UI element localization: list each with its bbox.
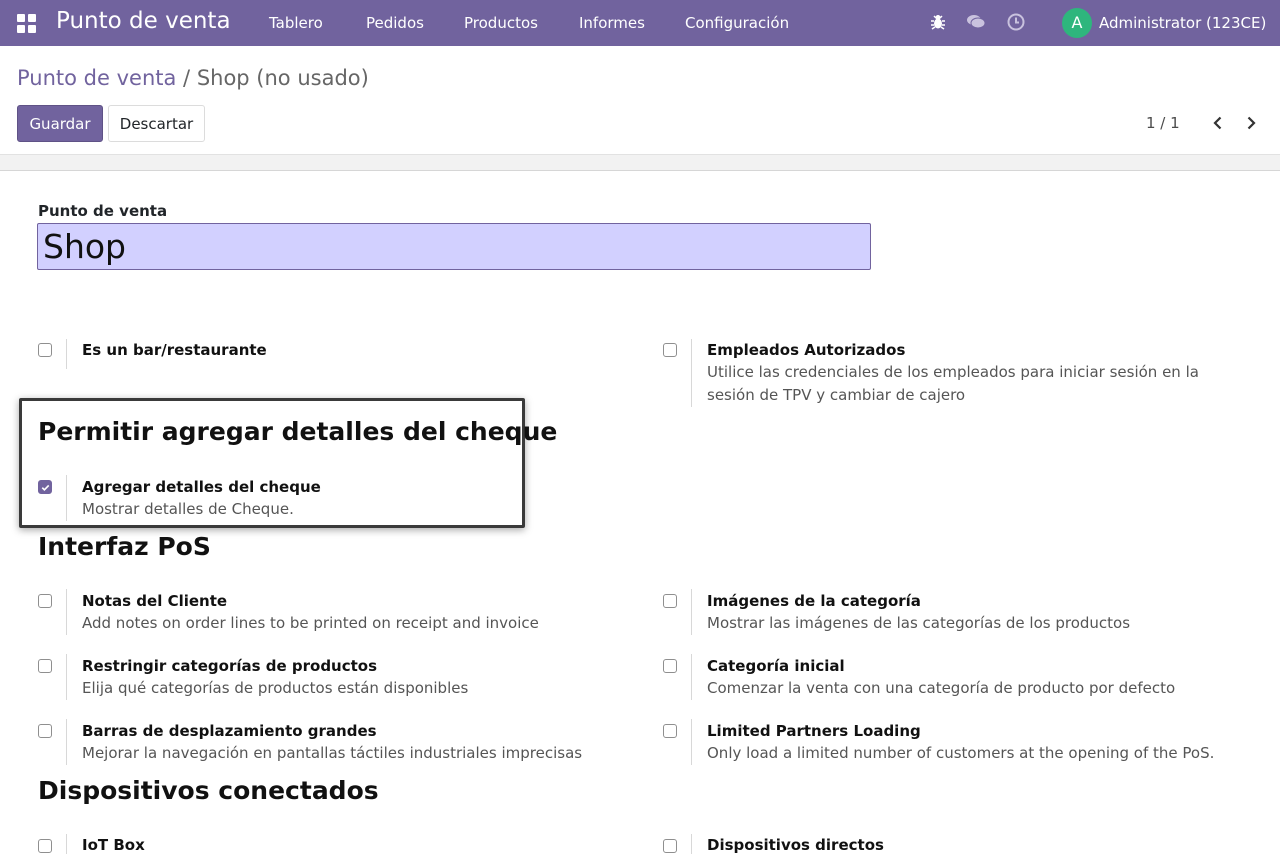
option-divider bbox=[691, 719, 692, 765]
option-title-iot-box: IoT Box bbox=[82, 836, 145, 854]
option-divider bbox=[66, 654, 67, 700]
menu-pedidos[interactable]: Pedidos bbox=[366, 14, 424, 32]
name-field-label: Punto de venta bbox=[38, 202, 168, 220]
section-title-pos-interface: Interfaz PoS bbox=[38, 532, 211, 561]
option-desc-limited-partners: Only load a limited number of customers … bbox=[707, 744, 1215, 762]
menu-informes[interactable]: Informes bbox=[579, 14, 645, 32]
checkbox-limited-partners[interactable] bbox=[663, 724, 677, 738]
pager-value[interactable]: 1 / 1 bbox=[1146, 114, 1180, 132]
checkbox-large-scrollbars[interactable] bbox=[38, 724, 52, 738]
checkmark-icon bbox=[41, 484, 50, 491]
menu-productos[interactable]: Productos bbox=[464, 14, 538, 32]
option-title-customer-notes: Notas del Cliente bbox=[82, 592, 228, 610]
breadcrumb-current: Shop (no usado) bbox=[196, 66, 369, 90]
save-button[interactable]: Guardar bbox=[17, 105, 103, 142]
option-desc-category-images: Mostrar las imágenes de las categorías d… bbox=[707, 614, 1131, 632]
option-desc-restrict-categories: Elija qué categorías de productos están … bbox=[82, 679, 469, 697]
checkbox-iot-box[interactable] bbox=[38, 839, 52, 853]
section-title-check-details: Permitir agregar detalles del cheque bbox=[38, 417, 558, 446]
option-title-check-details: Agregar detalles del cheque bbox=[82, 478, 321, 496]
app-brand[interactable]: Punto de venta bbox=[56, 8, 231, 34]
checkbox-restrict-categories[interactable] bbox=[38, 659, 52, 673]
option-title-authorized-employees: Empleados Autorizados bbox=[707, 341, 906, 359]
apps-grid-icon[interactable] bbox=[17, 14, 36, 33]
option-divider bbox=[66, 339, 67, 369]
checkbox-category-images[interactable] bbox=[663, 594, 677, 608]
option-title-bar-restaurant: Es un bar/restaurante bbox=[82, 341, 267, 359]
checkbox-check-details[interactable] bbox=[38, 480, 52, 494]
discard-button[interactable]: Descartar bbox=[108, 105, 205, 142]
clock-icon[interactable] bbox=[1006, 12, 1026, 32]
checkbox-customer-notes[interactable] bbox=[38, 594, 52, 608]
chat-icon[interactable] bbox=[966, 12, 986, 32]
checkbox-bar-restaurant[interactable] bbox=[38, 343, 52, 357]
option-divider bbox=[66, 719, 67, 765]
option-desc-authorized-employees: Utilice las credenciales de los empleado… bbox=[707, 363, 1199, 381]
user-menu[interactable]: Administrator (123CE) bbox=[1099, 14, 1266, 32]
breadcrumb-separator: / bbox=[183, 66, 191, 90]
menu-configuracion[interactable]: Configuración bbox=[685, 14, 789, 32]
option-title-restrict-categories: Restringir categorías de productos bbox=[82, 657, 378, 675]
chevron-right-icon[interactable] bbox=[1241, 113, 1261, 133]
option-title-large-scrollbars: Barras de desplazamiento grandes bbox=[82, 722, 377, 740]
checkbox-initial-category[interactable] bbox=[663, 659, 677, 673]
option-divider bbox=[66, 475, 67, 521]
checkbox-direct-devices[interactable] bbox=[663, 839, 677, 853]
option-desc-check-details: Mostrar detalles de Cheque. bbox=[82, 500, 294, 518]
option-desc-initial-category: Comenzar la venta con una categoría de p… bbox=[707, 679, 1176, 697]
option-divider bbox=[691, 589, 692, 635]
breadcrumb: Punto de venta / Shop (no usado) bbox=[17, 66, 369, 90]
option-title-limited-partners: Limited Partners Loading bbox=[707, 722, 921, 740]
option-divider bbox=[66, 834, 67, 854]
option-title-direct-devices: Dispositivos directos bbox=[707, 836, 884, 854]
bug-icon[interactable] bbox=[928, 12, 948, 32]
option-desc-large-scrollbars: Mejorar la navegación en pantallas tácti… bbox=[82, 744, 583, 762]
option-divider bbox=[691, 339, 692, 407]
option-title-category-images: Imágenes de la categoría bbox=[707, 592, 921, 610]
form-sheet-top-border bbox=[0, 154, 1280, 171]
menu-tablero[interactable]: Tablero bbox=[269, 14, 323, 32]
section-title-connected-devices: Dispositivos conectados bbox=[38, 776, 379, 805]
breadcrumb-parent[interactable]: Punto de venta bbox=[17, 66, 176, 90]
option-desc-authorized-employees-line2: sesión de TPV y cambiar de cajero bbox=[707, 386, 966, 404]
option-divider bbox=[691, 654, 692, 700]
avatar[interactable]: A bbox=[1062, 8, 1092, 38]
option-title-initial-category: Categoría inicial bbox=[707, 657, 845, 675]
option-divider bbox=[66, 589, 67, 635]
top-navbar: Punto de venta Tablero Pedidos Productos… bbox=[0, 0, 1280, 46]
pos-name-input[interactable] bbox=[37, 223, 871, 270]
chevron-left-icon[interactable] bbox=[1208, 113, 1228, 133]
option-divider bbox=[691, 834, 692, 854]
option-desc-customer-notes: Add notes on order lines to be printed o… bbox=[82, 614, 539, 632]
checkbox-authorized-employees[interactable] bbox=[663, 343, 677, 357]
